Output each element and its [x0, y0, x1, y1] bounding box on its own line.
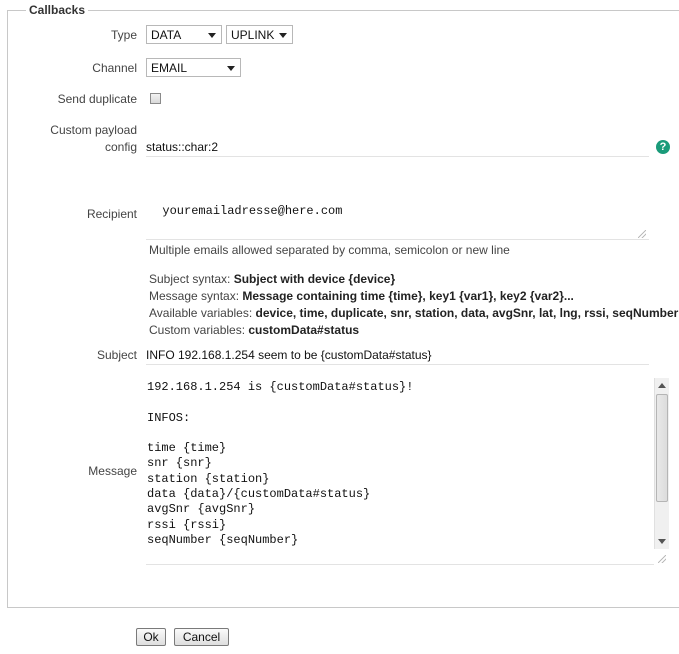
type-label: Type — [110, 28, 137, 42]
scroll-down-icon[interactable] — [658, 539, 666, 544]
type-select[interactable]: DATA — [146, 25, 222, 44]
resize-grip-icon[interactable] — [638, 230, 646, 238]
payload-config-input[interactable]: status::char:2 — [146, 137, 649, 157]
scroll-up-icon[interactable] — [658, 383, 666, 388]
custom-variables: Custom variables: customData#status — [149, 323, 359, 337]
recipient-value: youremailadresse@here.com — [162, 204, 343, 218]
message-syntax-value: Message containing time {time}, key1 {va… — [242, 289, 574, 303]
channel-label: Channel — [92, 61, 137, 75]
subject-input[interactable]: INFO 192.168.1.254 seem to be {customDat… — [146, 345, 649, 365]
message-line: data {data}/{customData#status} — [147, 487, 371, 502]
ok-button[interactable]: Ok — [136, 628, 166, 646]
recipient-label: Recipient — [86, 207, 137, 221]
message-line: rssi {rssi} — [147, 517, 227, 532]
cancel-button[interactable]: Cancel — [174, 628, 229, 646]
available-variables: Available variables: device, time, dupli… — [149, 306, 678, 320]
message-syntax-prefix: Message syntax: — [149, 289, 243, 303]
callbacks-legend: Callbacks — [26, 3, 89, 17]
subject-label: Subject — [96, 348, 137, 362]
channel-select[interactable]: EMAIL — [146, 58, 241, 77]
recipient-textarea[interactable]: youremailadresse@here.com — [146, 187, 649, 240]
available-variables-prefix: Available variables: — [149, 306, 256, 320]
available-variables-value: device, time, duplicate, snr, station, d… — [255, 306, 679, 320]
subject-syntax-prefix: Subject syntax: — [149, 272, 234, 286]
resize-grip-icon[interactable] — [658, 555, 666, 563]
message-syntax: Message syntax: Message containing time … — [149, 289, 574, 303]
direction-select[interactable]: UPLINK — [226, 25, 293, 44]
payload-label-line1: Custom payload — [50, 123, 137, 137]
channel-select-value: EMAIL — [151, 61, 188, 75]
scroll-thumb[interactable] — [656, 394, 668, 502]
message-line: 192.168.1.254 is {customData#status}! — [147, 380, 414, 394]
message-line: avgSnr {avgSnr} — [147, 502, 256, 517]
payload-label-line2: config — [104, 140, 137, 154]
subject-syntax: Subject syntax: Subject with device {dev… — [149, 272, 395, 286]
subject-syntax-value: Subject with device {device} — [233, 272, 396, 286]
message-line — [147, 395, 654, 410]
chevron-down-icon — [227, 66, 235, 71]
chevron-down-icon — [279, 33, 287, 38]
message-line: station {station} — [147, 471, 270, 486]
type-select-value: DATA — [151, 28, 182, 42]
message-line: snr {snr} — [147, 456, 212, 471]
direction-select-value: UPLINK — [231, 28, 275, 42]
send-duplicate-label: Send duplicate — [57, 92, 137, 106]
message-label: Message — [88, 464, 137, 478]
help-icon[interactable]: ? — [656, 140, 670, 154]
message-line: INFOS: — [147, 410, 191, 425]
custom-variables-prefix: Custom variables: — [149, 323, 249, 337]
message-textarea[interactable]: 192.168.1.254 is {customData#status}! IN… — [146, 378, 654, 565]
message-line — [147, 426, 654, 441]
custom-variables-value: customData#status — [248, 323, 360, 337]
emails-note: Multiple emails allowed separated by com… — [149, 243, 510, 257]
send-duplicate-checkbox[interactable] — [150, 93, 161, 104]
chevron-down-icon — [208, 33, 216, 38]
message-scrollbar[interactable] — [654, 378, 669, 549]
message-line: seqNumber {seqNumber} — [147, 532, 299, 547]
message-line: time {time} — [147, 441, 227, 456]
